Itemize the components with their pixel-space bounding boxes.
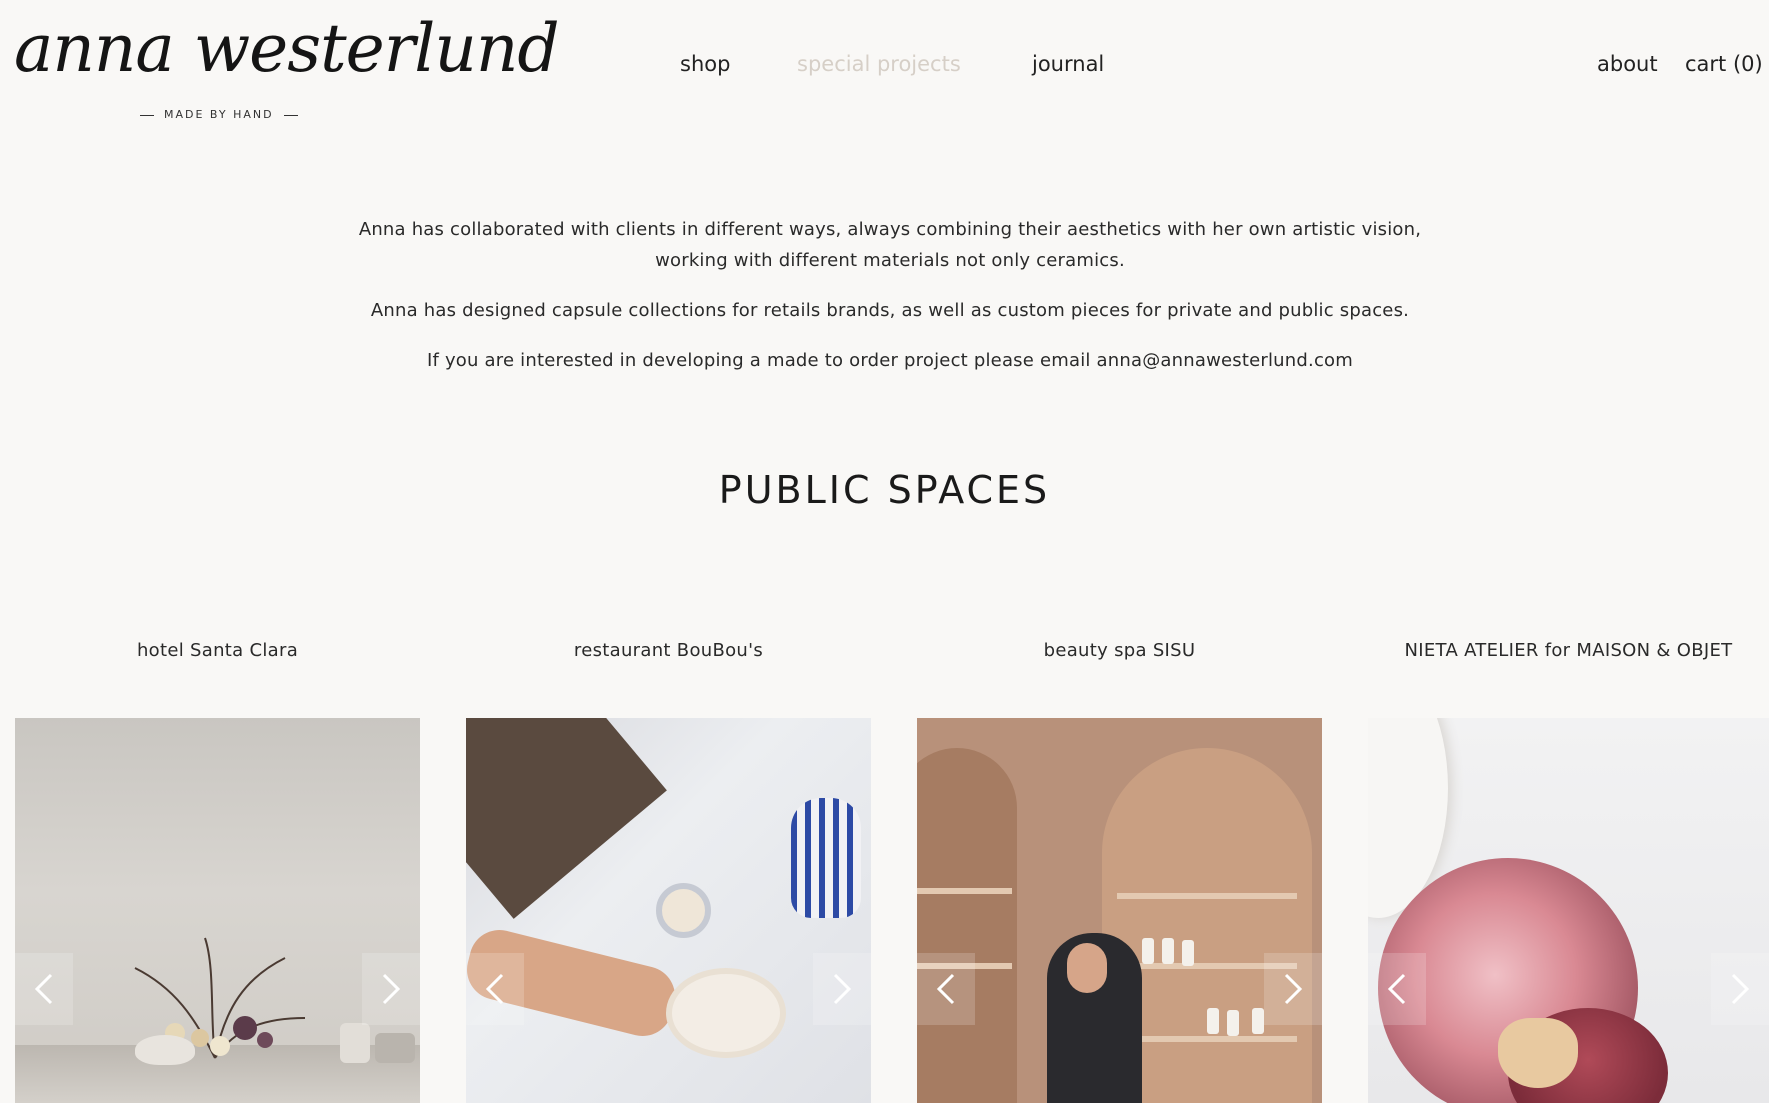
product-bottle	[1182, 940, 1194, 966]
carousel-next-button[interactable]	[1264, 953, 1322, 1025]
project-image-beauty-spa-sisu[interactable]	[917, 718, 1322, 1103]
project-card-nieta-atelier[interactable]: NIETA ATELIER for MAISON & OBJET	[1368, 640, 1769, 1103]
project-image-nieta-atelier[interactable]	[1368, 718, 1769, 1103]
shelf	[917, 888, 1012, 894]
chevron-left-icon	[485, 973, 504, 1005]
snack-bowl	[666, 968, 786, 1058]
carousel-prev-button[interactable]	[1368, 953, 1426, 1025]
image-chair	[466, 718, 667, 919]
project-card-hotel-santa-clara[interactable]: hotel Santa Clara	[15, 640, 420, 1103]
carousel-next-button[interactable]	[1711, 953, 1769, 1025]
carousel-prev-button[interactable]	[917, 953, 975, 1025]
chevron-left-icon	[34, 973, 53, 1005]
project-title[interactable]: restaurant BouBou's	[446, 640, 891, 661]
image-face	[1067, 943, 1107, 993]
product-bottle	[1207, 1008, 1219, 1034]
carousel-prev-button[interactable]	[15, 953, 73, 1025]
chevron-right-icon	[1284, 973, 1303, 1005]
product-bottle	[1162, 938, 1174, 964]
project-image-hotel-santa-clara[interactable]	[15, 718, 420, 1103]
project-title[interactable]: beauty spa SISU	[897, 640, 1342, 661]
carousel-next-button[interactable]	[813, 953, 871, 1025]
shelf	[1117, 1036, 1297, 1042]
product-bottle	[1142, 938, 1154, 964]
vase	[135, 1035, 195, 1065]
brand-tagline-wrap: MADE BY HAND	[130, 108, 308, 121]
ceramic-cup	[656, 883, 711, 938]
secondary-nav: about cart (0)	[0, 52, 1769, 82]
project-image-restaurant-boubous[interactable]	[466, 718, 871, 1103]
product-bottle	[1252, 1008, 1264, 1034]
intro-text: Anna has collaborated with clients in di…	[340, 214, 1440, 395]
intro-paragraph-2: Anna has designed capsule collections fo…	[370, 300, 1410, 321]
intro-paragraph-3: If you are interested in developing a ma…	[426, 350, 1353, 371]
nav-about[interactable]: about	[1597, 52, 1658, 76]
project-card-restaurant-boubous[interactable]: restaurant BouBou's	[466, 640, 871, 1103]
ceramic-cup	[340, 1023, 370, 1063]
chevron-right-icon	[833, 973, 852, 1005]
tagline-dash-left	[140, 114, 154, 116]
intro-paragraph-1: Anna has collaborated with clients in di…	[358, 219, 1422, 271]
chevron-right-icon	[1731, 973, 1750, 1005]
carousel-prev-button[interactable]	[466, 953, 524, 1025]
project-title[interactable]: hotel Santa Clara	[0, 640, 440, 661]
arch-shelf-left	[917, 748, 1017, 1103]
project-card-beauty-spa-sisu[interactable]: beauty spa SISU	[917, 640, 1322, 1103]
flower-bud	[1498, 1018, 1578, 1088]
tagline-dash-right	[283, 114, 298, 116]
chevron-right-icon	[382, 973, 401, 1005]
nav-cart[interactable]: cart (0)	[1685, 52, 1763, 76]
section-title: PUBLIC SPACES	[718, 468, 1051, 512]
projects-grid: hotel Santa Clara restaurant BouBou's be…	[0, 640, 1769, 1103]
carousel-next-button[interactable]	[362, 953, 420, 1025]
shelf	[1117, 893, 1297, 899]
site-header: anna westerlund MADE BY HAND shop specia…	[0, 0, 1769, 130]
project-title[interactable]: NIETA ATELIER for MAISON & OBJET	[1348, 640, 1769, 661]
product-bottle	[1227, 1010, 1239, 1036]
patterned-jug	[791, 798, 861, 918]
ceramic-cup-2	[375, 1033, 415, 1063]
chevron-left-icon	[1387, 973, 1406, 1005]
brand-tagline: MADE BY HAND	[164, 108, 274, 121]
chevron-left-icon	[936, 973, 955, 1005]
